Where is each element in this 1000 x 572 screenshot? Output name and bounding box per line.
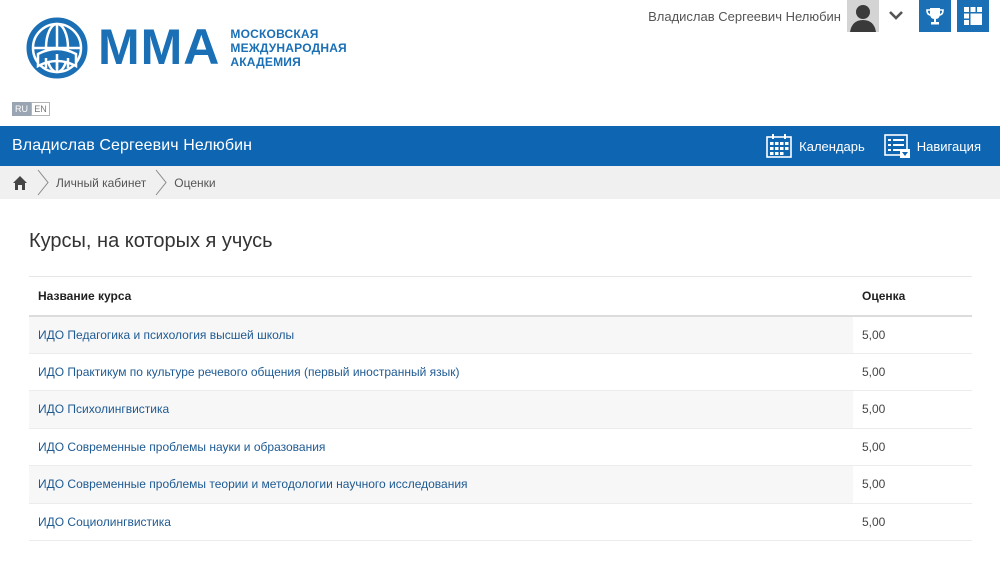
- apps-button[interactable]: [957, 0, 989, 32]
- navigation-list-icon: [883, 134, 910, 158]
- breadcrumb-separator-icon: [155, 169, 167, 196]
- course-cell: ИДО Педагогика и психология высшей школы: [29, 315, 853, 354]
- logo-abbreviation: ММА: [98, 19, 221, 75]
- table-row: ИДО Педагогика и психология высшей школы…: [29, 315, 972, 354]
- course-link[interactable]: ИДО Педагогика и психология высшей школы: [38, 328, 294, 342]
- course-link[interactable]: ИДО Современные проблемы науки и образов…: [38, 440, 325, 454]
- user-silhouette-icon: [847, 0, 879, 32]
- breadcrumb-item-grades[interactable]: Оценки: [174, 176, 215, 190]
- column-header-grade: Оценка: [853, 276, 972, 317]
- logo-line: МОСКОВСКАЯ: [230, 27, 319, 41]
- grade-cell: 5,00: [853, 428, 972, 466]
- grade-cell: 5,00: [853, 390, 972, 429]
- table-row: ИДО Психолингвистика 5,00: [29, 390, 972, 429]
- page-title: Курсы, на которых я учусь: [29, 230, 273, 252]
- user-menu: Владислав Сергеевич Нелюбин: [648, 0, 1000, 32]
- table-row: ИДО Практикум по культуре речевого общен…: [29, 353, 972, 391]
- navbar-links: Календарь Навигация: [765, 126, 981, 166]
- achievements-button[interactable]: [919, 0, 951, 32]
- course-cell: ИДО Социолингвистика: [29, 503, 853, 541]
- breadcrumb-separator-icon: [37, 169, 49, 196]
- table-header-row: Название курса Оценка: [29, 276, 972, 317]
- user-menu-toggle[interactable]: [885, 0, 907, 32]
- logo-line: МЕЖДУНАРОДНАЯ: [230, 41, 347, 55]
- lang-ru-button[interactable]: RU: [12, 102, 31, 116]
- breadcrumb: Личный кабинет Оценки: [0, 166, 1000, 199]
- language-switcher: RU EN: [12, 102, 50, 116]
- logo-line: АКАДЕМИЯ: [230, 55, 301, 69]
- globe-book-emblem-icon: [25, 16, 89, 80]
- chevron-down-icon: [889, 11, 903, 20]
- navigation-label: Навигация: [916, 138, 981, 154]
- table-row: ИДО Социолингвистика 5,00: [29, 503, 972, 541]
- course-link[interactable]: ИДО Практикум по культуре речевого общен…: [38, 365, 459, 379]
- grades-table: Название курса Оценка ИДО Педагогика и п…: [29, 276, 972, 541]
- site-header: ММА МОСКОВСКАЯ МЕЖДУНАРОДНАЯ АКАДЕМИЯ RU…: [0, 0, 1000, 126]
- breadcrumb-item-personal-account[interactable]: Личный кабинет: [56, 176, 146, 190]
- site-logo[interactable]: ММА МОСКОВСКАЯ МЕЖДУНАРОДНАЯ АКАДЕМИЯ: [24, 14, 347, 82]
- table-row: ИДО Современные проблемы теории и методо…: [29, 465, 972, 504]
- course-cell: ИДО Современные проблемы теории и методо…: [29, 465, 853, 504]
- main-navbar: Владислав Сергеевич Нелюбин Календарь На…: [0, 126, 1000, 166]
- grade-cell: 5,00: [853, 353, 972, 391]
- table-row: ИДО Современные проблемы науки и образов…: [29, 428, 972, 466]
- calendar-label: Календарь: [799, 138, 865, 154]
- grid-icon: [964, 7, 982, 25]
- course-link[interactable]: ИДО Психолингвистика: [38, 402, 169, 416]
- column-header-course: Название курса: [29, 276, 853, 317]
- trophy-icon: [926, 8, 944, 25]
- grade-cell: 5,00: [853, 315, 972, 354]
- lang-en-button[interactable]: EN: [31, 102, 50, 116]
- navigation-link[interactable]: Навигация: [883, 133, 981, 159]
- course-cell: ИДО Практикум по культуре речевого общен…: [29, 353, 853, 391]
- calendar-icon: [766, 134, 792, 158]
- grade-cell: 5,00: [853, 465, 972, 504]
- calendar-link[interactable]: Календарь: [765, 133, 865, 159]
- user-avatar[interactable]: [847, 0, 879, 32]
- course-link[interactable]: ИДО Современные проблемы теории и методо…: [38, 477, 468, 491]
- navbar-user-title[interactable]: Владислав Сергеевич Нелюбин: [12, 137, 252, 155]
- course-cell: ИДО Современные проблемы науки и образов…: [29, 428, 853, 466]
- course-cell: ИДО Психолингвистика: [29, 390, 853, 429]
- user-name[interactable]: Владислав Сергеевич Нелюбин: [648, 9, 841, 24]
- grade-cell: 5,00: [853, 503, 972, 541]
- course-link[interactable]: ИДО Социолингвистика: [38, 515, 171, 529]
- logo-text: МОСКОВСКАЯ МЕЖДУНАРОДНАЯ АКАДЕМИЯ: [230, 27, 346, 69]
- home-icon[interactable]: [12, 175, 28, 191]
